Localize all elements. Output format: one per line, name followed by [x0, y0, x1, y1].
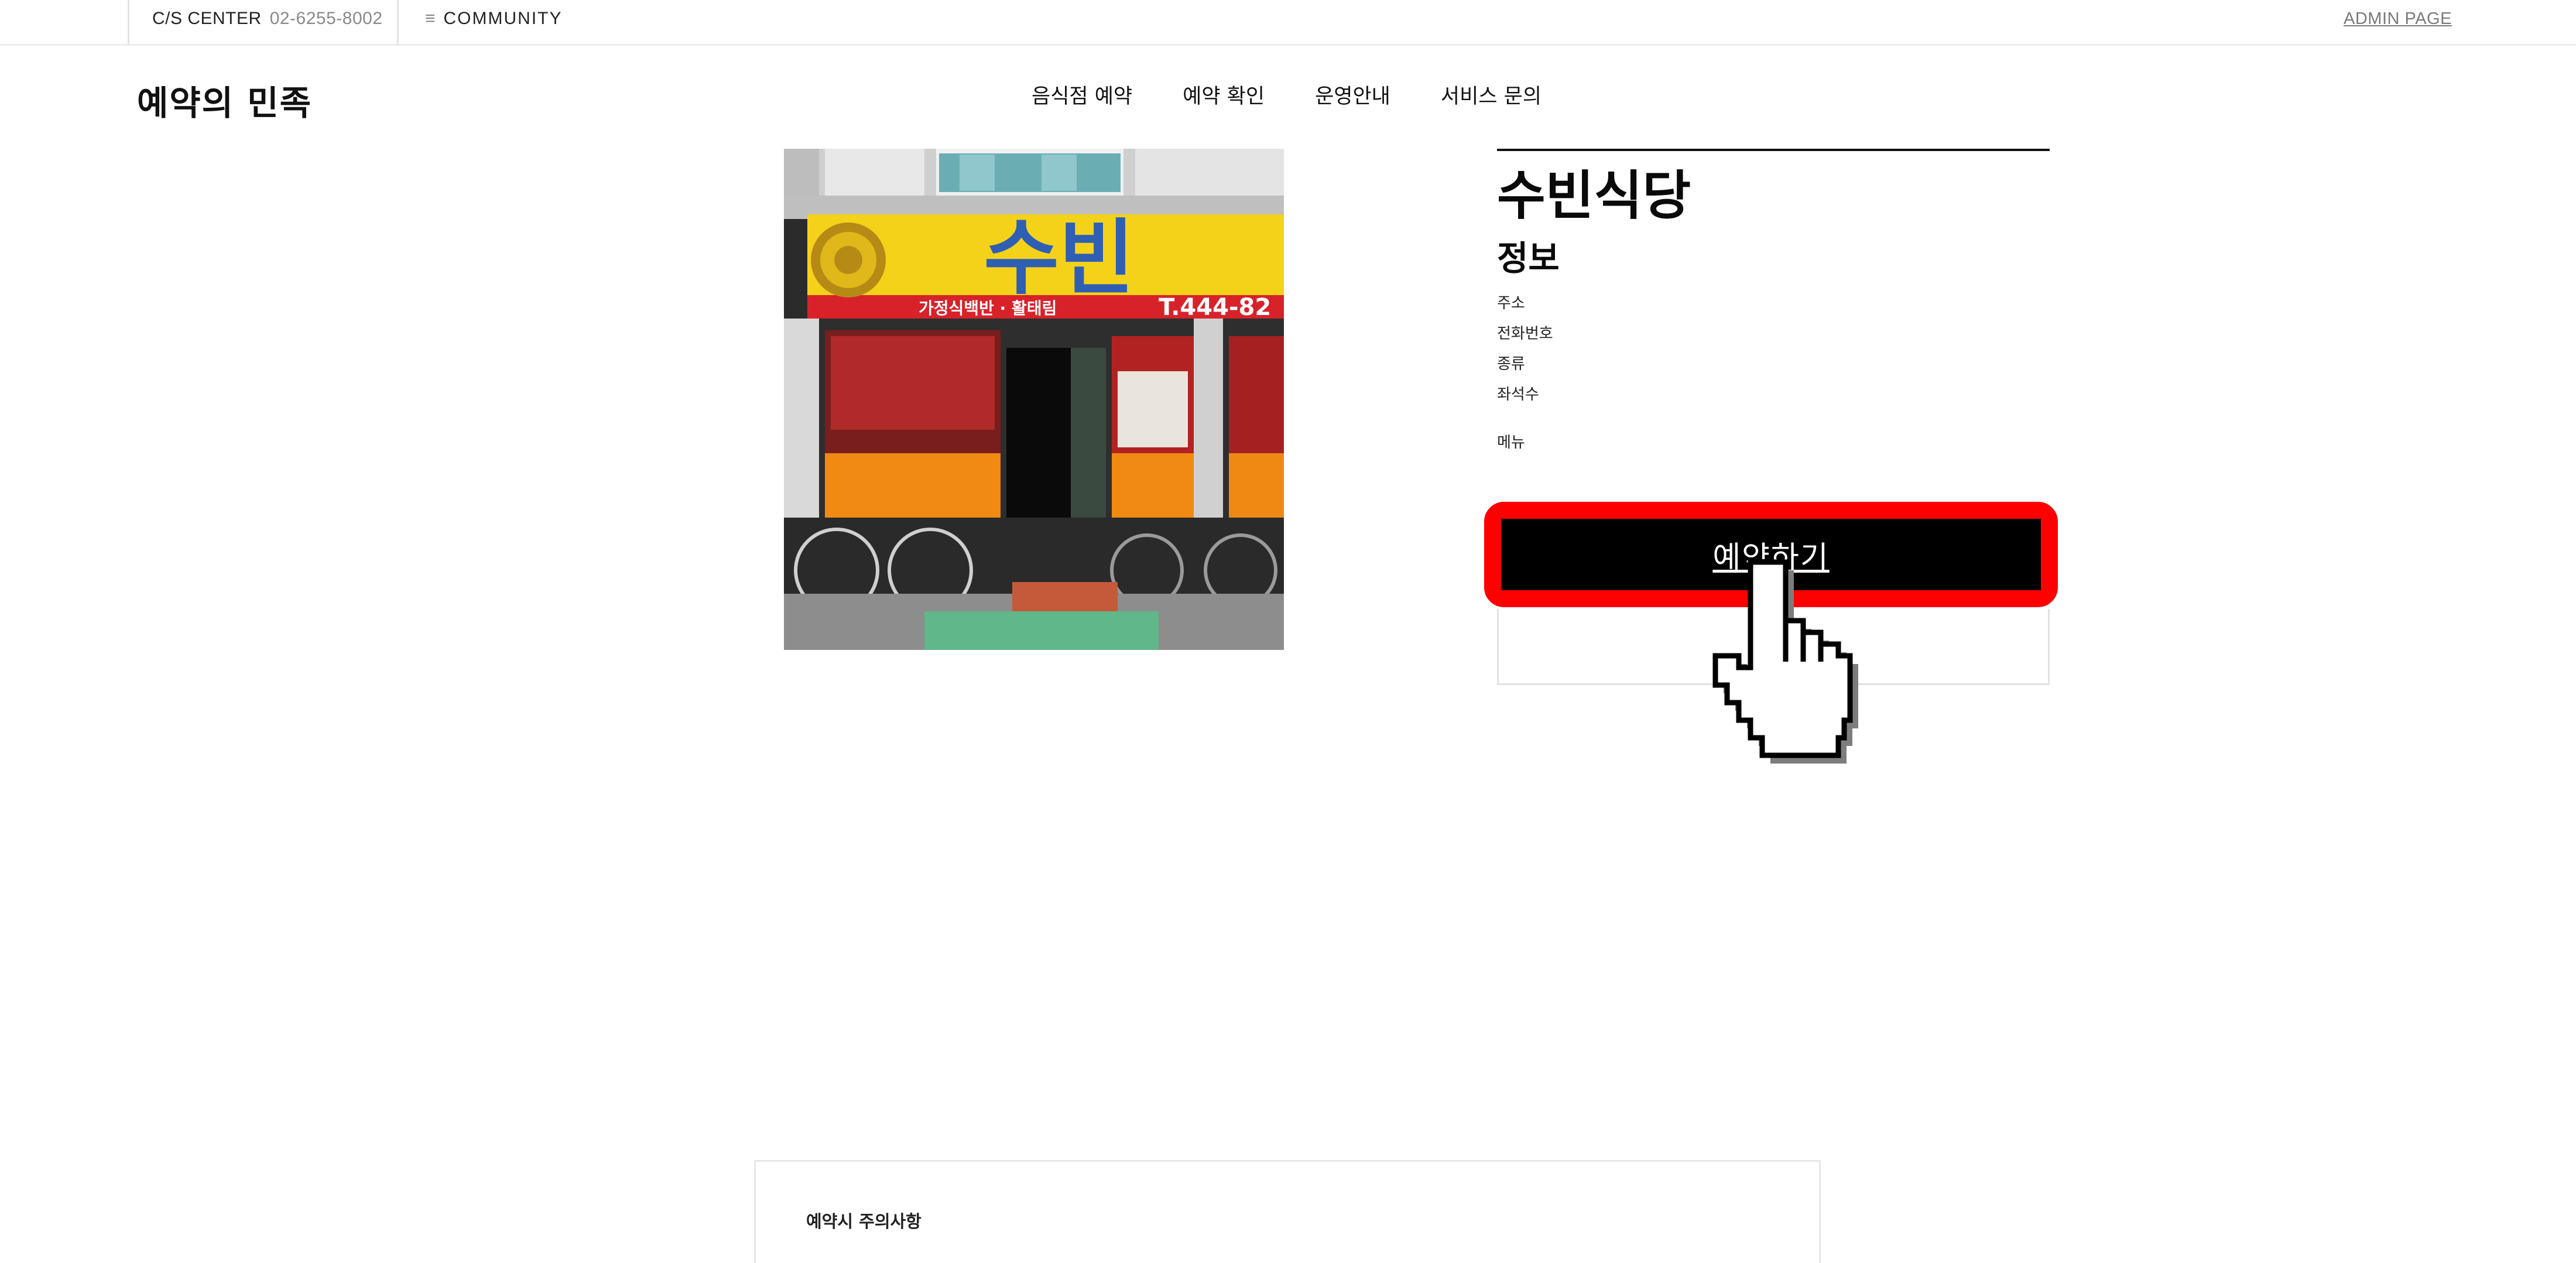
booking-notice: 예약시 주의사항 — [754, 1160, 1821, 1263]
info-fields: 주소 전화번호 종류 좌석수 — [1497, 288, 2050, 410]
field-seats: 좌석수 — [1497, 386, 1539, 403]
cs-center-phone: 02-6255-8002 — [269, 9, 383, 28]
nav-item-booking-check[interactable]: 예약 확인 — [1183, 82, 1265, 111]
divider — [397, 0, 399, 46]
cs-center-label: C/S CENTER — [152, 9, 262, 28]
top-utility-bar: C/S CENTER 02-6255-8002 ≡ COMMUNITY ADMIN … — [0, 0, 2576, 46]
hamburger-icon: ≡ — [425, 9, 436, 28]
restaurant-photo: 수빈 가정식백반 · 활태림 T.444-82 — [784, 149, 1284, 650]
field-phone: 전화번호 — [1497, 325, 1553, 343]
site-logo[interactable]: 예약의 민족 — [137, 80, 312, 126]
field-address: 주소 — [1497, 295, 1525, 312]
info-title: 정보 — [1497, 238, 1560, 278]
divider — [1497, 149, 2050, 151]
restaurant-info-panel: 수빈식당 정보 주소 전화번호 종류 좌석수 메뉴 — [1497, 149, 2050, 458]
notice-title: 예약시 주의사항 — [806, 1211, 922, 1231]
sign-sub-text: 가정식백반 · 활태림 — [919, 299, 1057, 318]
sign-phone-text: T.444-82 — [1159, 294, 1271, 321]
community-link[interactable]: ≡ COMMUNITY — [425, 7, 563, 30]
restaurant-name: 수빈식당 — [1497, 165, 1691, 227]
divider — [128, 0, 129, 46]
menu-label: 메뉴 — [1497, 434, 1525, 451]
hand-pointer-icon — [1704, 556, 1891, 790]
nav-item-operation-guide[interactable]: 운영안내 — [1315, 82, 1390, 111]
sign-main-text: 수빈 — [984, 211, 1135, 306]
community-label: COMMUNITY — [443, 9, 563, 28]
admin-page-link[interactable]: ADMIN PAGE — [2344, 7, 2452, 30]
main-nav: 음식점 예약 예약 확인 운영안내 서비스 문의 — [1032, 82, 1592, 111]
cs-center: C/S CENTER 02-6255-8002 — [152, 7, 383, 30]
nav-item-restaurant-booking[interactable]: 음식점 예약 — [1032, 82, 1132, 111]
nav-item-service-inquiry[interactable]: 서비스 문의 — [1441, 82, 1542, 111]
field-category: 종류 — [1497, 355, 1525, 373]
